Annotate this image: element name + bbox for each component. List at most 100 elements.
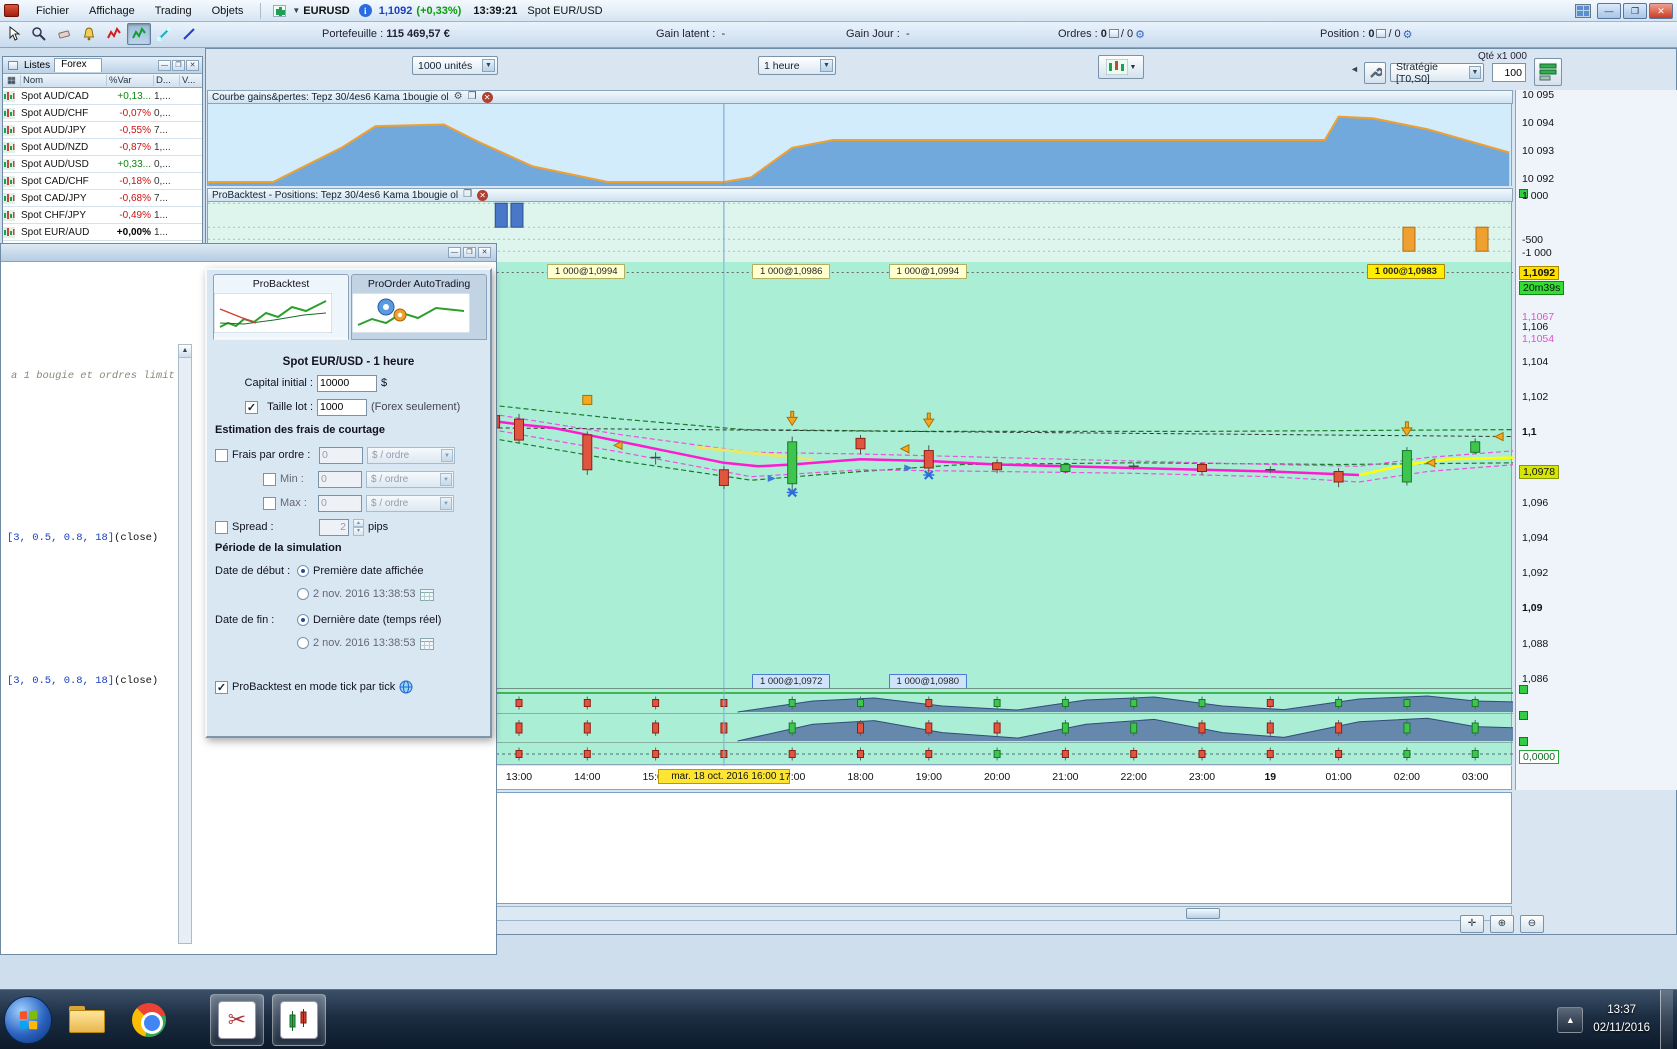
lot-input[interactable] [317,398,367,416]
position-list-icon[interactable] [1376,29,1387,38]
fee-order-input[interactable] [319,446,363,464]
list-item[interactable]: Spot EUR/AUD +0,00% 1... [3,224,202,241]
max-input[interactable] [318,494,362,512]
lists-titlebar[interactable]: Listes Forex — ❐ ✕ [3,57,202,74]
max-unit-select[interactable]: $ / ordre ▼ [366,494,454,512]
maximize-button[interactable]: ❐ [1623,2,1647,19]
zoom-out-button[interactable]: ⊖ [1520,915,1544,933]
close-icon[interactable]: ✕ [477,189,489,201]
indicator-red-icon[interactable] [102,23,126,45]
price-scale-label: 1,086 [1522,673,1549,685]
collapse-arrow[interactable]: ◄ [1350,64,1359,74]
instrument-variation: +0,13... [117,90,151,102]
spread-checkbox[interactable]: ✓ [215,520,228,534]
chevron-down-icon: ▼ [1468,66,1481,79]
menu-trading[interactable]: Trading [146,3,201,19]
list-item[interactable]: Spot CAD/JPY -0,68% 7... [3,190,202,207]
close-icon[interactable]: ✕ [186,59,199,71]
window-icon[interactable]: ❐ [468,92,477,102]
vertical-scrollbar[interactable]: ▲ [178,344,192,944]
pan-chart-button[interactable]: ✛ [1460,915,1484,933]
tray-expand-icon[interactable]: ▲ [1557,1006,1584,1033]
strategy-settings-button[interactable] [1364,62,1386,84]
scroll-up-icon[interactable]: ▲ [179,345,191,358]
lot-checkbox[interactable]: ✓ [245,400,258,414]
orders-settings-icon[interactable]: ⚙ [1135,29,1145,41]
eraser-tool-icon[interactable] [52,23,76,45]
max-checkbox[interactable]: ✓ [263,496,276,510]
close-icon[interactable]: ✕ [481,91,493,103]
min-unit-select[interactable]: $ / ordre ▼ [366,470,454,488]
taskbar-chrome[interactable] [122,994,176,1046]
column-nom: Nom [21,75,107,86]
start-first-date-radio[interactable] [297,565,309,577]
start-custom-date-radio[interactable] [297,588,309,600]
taskbar-clock[interactable]: 13:37 02/11/2016 [1593,1002,1650,1037]
zoom-in-button[interactable]: ⊕ [1490,915,1514,933]
end-date-label: Date de fin : [215,614,275,626]
calendar-icon[interactable] [419,637,434,650]
qty-input[interactable] [1492,63,1526,82]
fee-unit-select[interactable]: $ / ordre ▼ [367,446,455,464]
min-input[interactable] [318,470,362,488]
close-icon[interactable]: ✕ [478,247,491,258]
list-item[interactable]: Spot AUD/CAD +0,13... 1,... [3,88,202,105]
alert-tool-icon[interactable] [77,23,101,45]
strategy-select[interactable]: Stratégie [T0,S0] ▼ [1390,61,1484,85]
list-item[interactable]: Spot CHF/JPY -0,49% 1... [3,207,202,224]
minimize-button[interactable]: — [1597,2,1621,19]
scrollbar-thumb[interactable] [1186,908,1220,919]
indicator-green-icon[interactable] [127,23,151,45]
zoom-tool-icon[interactable] [27,23,51,45]
list-item[interactable]: Spot AUD/JPY -0,55% 7... [3,122,202,139]
maximize-icon[interactable]: ❐ [463,247,476,258]
end-realtime-radio[interactable] [297,614,309,626]
end-custom-date-radio[interactable] [297,637,309,649]
tab-proorder-autotrading[interactable]: ProOrder AutoTrading [351,274,487,340]
cursor-tool-icon[interactable] [2,23,26,45]
minimize-icon[interactable]: — [448,247,461,258]
trendline-blue-icon[interactable] [177,23,201,45]
capital-input[interactable] [317,374,377,392]
taskbar-trading-app[interactable] [272,993,326,1046]
list-item[interactable]: Spot AUD/USD +0,33... 0,... [3,156,202,173]
list-item[interactable]: Spot AUD/CHF -0,07% 0,... [3,105,202,122]
menu-fichier[interactable]: Fichier [27,3,78,19]
list-item[interactable]: Spot AUD/NZD -0,87% 1,... [3,139,202,156]
instrument-selector[interactable]: ▼ EURUSD [269,4,353,18]
calendar-icon[interactable] [419,588,434,601]
positions-panel-header[interactable]: ProBacktest - Positions: Tepz 30/4es6 Ka… [207,188,1513,202]
tab-probacktest[interactable]: ProBacktest [213,274,349,340]
start-button[interactable] [4,995,52,1044]
close-button[interactable]: ✕ [1649,2,1673,19]
workspace-grid-icon[interactable] [1575,3,1591,18]
wrench-icon[interactable]: ⚙ [454,92,463,102]
info-icon[interactable]: i [358,4,372,17]
menu-objets[interactable]: Objets [203,3,253,19]
spread-input[interactable] [319,518,349,536]
gains-panel-header[interactable]: Courbe gains&pertes: Tepz 30/4es6 Kama 1… [207,90,1513,104]
chart-type-button[interactable]: ▼ [1098,55,1144,79]
columns-icon[interactable]: ▦ [3,75,21,86]
lists-header[interactable]: ▦ Nom %Var D... V... [3,74,202,88]
taskbar-snipping-tool[interactable]: ✂ [210,993,264,1046]
maximize-icon[interactable]: ❐ [172,59,185,71]
menu-affichage[interactable]: Affichage [80,3,144,19]
fee-order-checkbox[interactable]: ✓ [215,448,228,462]
positions-panel-button[interactable] [1534,58,1562,86]
show-desktop-button[interactable] [1660,989,1673,1049]
position-settings-icon[interactable]: ⚙ [1403,29,1413,41]
taskbar-explorer[interactable] [60,994,114,1046]
code-window-titlebar[interactable]: — ❐ ✕ [1,244,496,262]
window-icon[interactable]: ❐ [463,190,472,200]
trendline-cyan-icon[interactable] [152,23,176,45]
min-checkbox[interactable]: ✓ [263,472,276,486]
tab-forex[interactable]: Forex [54,58,102,72]
tick-mode-checkbox[interactable]: ✓ [215,680,228,694]
minimize-icon[interactable]: — [158,59,171,71]
spread-stepper[interactable]: ▲ ▼ [353,518,364,536]
list-item[interactable]: Spot CAD/CHF -0,18% 0,... [3,173,202,190]
units-select[interactable]: 1000 unités ▼ [412,56,498,75]
timeframe-select[interactable]: 1 heure ▼ [758,56,836,75]
orders-list-icon[interactable] [1108,29,1119,38]
